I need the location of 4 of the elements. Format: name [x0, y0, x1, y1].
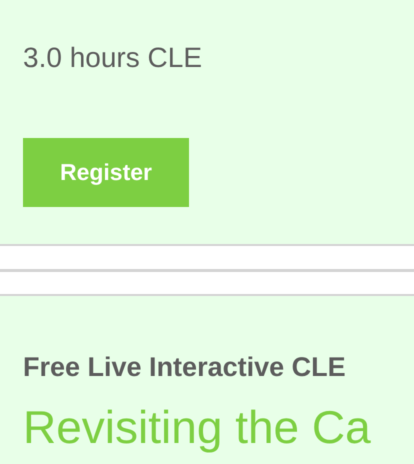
- credit-hours: 3.0 hours CLE: [23, 41, 203, 75]
- event-category: Free Live Interactive CLE: [23, 351, 347, 384]
- event-title[interactable]: Revisiting the Ca: [23, 402, 391, 452]
- register-button[interactable]: Register: [23, 138, 189, 207]
